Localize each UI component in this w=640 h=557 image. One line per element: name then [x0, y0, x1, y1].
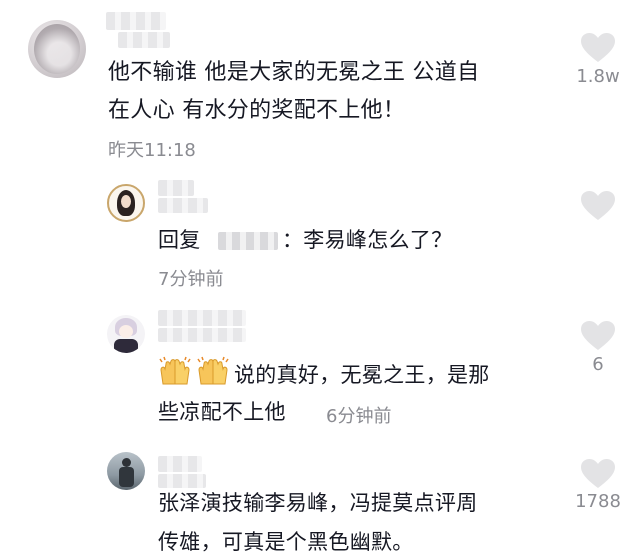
avatar-face	[119, 325, 133, 338]
comment-text-line1: 说的真好，无冕之王，是那	[234, 363, 490, 387]
clapping-hands-emoji	[197, 356, 229, 385]
username-blurred[interactable]	[158, 310, 246, 326]
avatar-suit	[114, 339, 138, 353]
avatar-figure	[122, 458, 131, 467]
avatar-figure-body	[119, 467, 134, 487]
avatar-hair	[34, 24, 80, 74]
comment-text: 他不输谁 他是大家的无冕之王 公道自	[108, 60, 480, 85]
comment-text: 传雄，可真是个黑色幽默。	[158, 530, 414, 554]
reply-target-blurred[interactable]	[218, 232, 278, 250]
username-blurred[interactable]	[158, 198, 208, 213]
comment-text: 张泽演技输李易峰，冯提莫点评周	[158, 491, 478, 515]
reply-prefix: 回复	[158, 228, 201, 252]
avatar[interactable]	[107, 452, 145, 490]
username-blurred[interactable]	[158, 456, 202, 472]
avatar[interactable]	[107, 315, 145, 353]
comment-text: 些凉配不上他	[158, 400, 286, 424]
like-count: 6	[592, 354, 604, 375]
username-blurred[interactable]	[106, 12, 166, 30]
comment-time: 7分钟前	[158, 269, 224, 290]
heart-icon[interactable]	[580, 190, 616, 222]
avatar[interactable]	[107, 184, 145, 222]
heart-icon[interactable]	[580, 32, 616, 64]
avatar[interactable]	[28, 20, 86, 78]
comment-time: 昨天11:18	[108, 140, 196, 161]
username-blurred[interactable]	[158, 180, 194, 196]
comment-time: 6分钟前	[326, 406, 392, 427]
like-count: 1.8w	[576, 66, 620, 87]
username-blurred[interactable]	[158, 474, 206, 488]
heart-icon[interactable]	[580, 320, 616, 352]
username-blurred[interactable]	[118, 32, 170, 48]
heart-icon[interactable]	[580, 458, 616, 490]
username-blurred[interactable]	[158, 328, 246, 342]
like-count: 1788	[575, 491, 621, 512]
comment-text: 说的真好，无冕之王，是那	[158, 356, 490, 390]
comment-text: 在人心 有水分的奖配不上他！	[108, 98, 406, 123]
clapping-hands-emoji	[159, 356, 191, 385]
avatar-face	[121, 195, 131, 208]
reply-text: ：李易峰怎么了？	[282, 228, 453, 252]
